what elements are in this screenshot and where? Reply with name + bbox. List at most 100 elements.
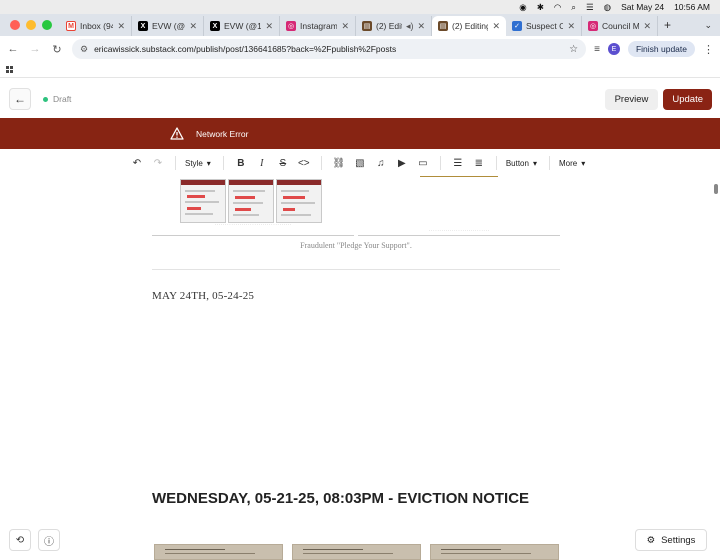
close-tab-icon[interactable]: ✕ — [643, 21, 651, 32]
profile-avatar[interactable]: E — [607, 43, 620, 55]
browser-menu-icon[interactable]: ⋮ — [703, 43, 714, 56]
menubar-date[interactable]: Sat May 24 — [621, 2, 664, 12]
redo-icon[interactable]: ↷ — [150, 158, 166, 169]
url-text[interactable]: ericawissick.substack.com/publish/post/1… — [94, 44, 563, 54]
link-icon[interactable]: ⛓ — [331, 158, 347, 169]
tab-substack-editing[interactable]: ▤ (2) Editing ✕ — [432, 16, 506, 36]
new-tab-button[interactable]: + — [658, 18, 677, 32]
audio-icon[interactable]: ♫ — [373, 158, 389, 169]
menubar-time[interactable]: 10:56 AM — [674, 2, 710, 12]
embedded-image-right[interactable]: · · · · · · · · · · · · · · · · · · · · … — [358, 177, 560, 236]
network-error-banner: Network Error — [0, 118, 720, 149]
tab-instagram[interactable]: ◎ Instagram ✕ — [280, 16, 356, 36]
instagram-icon: ◎ — [286, 21, 296, 31]
editor-document[interactable]: · · · · · · · · · · · · · · · · · · · · … — [0, 177, 720, 560]
figure-caption[interactable]: Fraudulent "Pledge Your Support". — [152, 241, 560, 250]
tab-suspect[interactable]: ✓ Suspect Cl ✕ — [506, 16, 582, 36]
document-photo[interactable] — [292, 544, 421, 560]
tab-substack-edit[interactable]: ▤ (2) Edit ◂) ✕ — [356, 16, 432, 36]
close-tab-icon[interactable]: ✕ — [567, 21, 575, 32]
substack-icon: ▤ — [438, 21, 448, 31]
settings-button[interactable]: ⚙ Settings — [635, 529, 707, 551]
audio-playing-icon[interactable]: ◂) — [406, 21, 414, 32]
tab-title: EVW (@11( — [224, 21, 262, 31]
toolbar-divider — [222, 156, 224, 170]
back-button[interactable]: ← — [9, 88, 31, 110]
embedded-image-screenshots[interactable]: · · · · · · · · · · · · · · · · · · · · … — [152, 177, 354, 236]
tab-title: Inbox (94) — [80, 21, 113, 31]
image-icon[interactable]: ▧ — [352, 158, 368, 169]
siri-icon[interactable]: ◍ — [604, 2, 611, 13]
style-dropdown[interactable]: Style ▾ — [185, 159, 211, 168]
address-bar[interactable]: ⚙ ericawissick.substack.com/publish/post… — [72, 39, 587, 59]
wifi-icon[interactable]: ◠ — [554, 2, 561, 13]
tab-x-2[interactable]: X EVW (@11( ✕ — [204, 16, 280, 36]
screenshot-thumbnail — [180, 179, 226, 223]
more-dropdown[interactable]: More ▾ — [559, 159, 585, 168]
tab-title: (2) Edit — [376, 21, 402, 31]
tab-gmail[interactable]: M Inbox (94) ✕ — [60, 16, 132, 36]
history-button[interactable]: ⟲ — [9, 529, 31, 551]
bookmarks-bar — [0, 62, 720, 78]
eviction-image-gallery[interactable] — [152, 544, 562, 560]
back-arrow-icon[interactable]: ← — [6, 43, 20, 55]
control-center-icon[interactable]: ☰ — [586, 2, 594, 13]
image-caption-small: · · · · · · · · · · · · · · · · · · · · … — [214, 223, 292, 227]
bullet-list-icon[interactable]: ☰ — [450, 158, 466, 169]
close-tab-icon[interactable]: ✕ — [492, 21, 500, 32]
screenshot-thumbnail — [276, 179, 322, 223]
tab-search-chevron-icon[interactable]: ⌄ — [704, 20, 720, 31]
minimize-window-button[interactable] — [26, 20, 36, 30]
preview-button[interactable]: Preview — [604, 88, 659, 110]
bookmark-star-icon[interactable]: ☆ — [569, 44, 578, 55]
update-button[interactable]: Update — [663, 88, 712, 110]
close-tab-icon[interactable]: ✕ — [117, 21, 125, 32]
caret-down-icon: ▾ — [581, 158, 586, 168]
caret-down-icon: ▾ — [532, 158, 537, 168]
site-settings-icon[interactable]: ⚙ — [80, 44, 88, 55]
code-icon[interactable]: <> — [296, 158, 312, 169]
gear-icon: ⚙ — [646, 534, 656, 546]
reload-icon[interactable]: ↻ — [50, 43, 64, 56]
document-photo[interactable] — [154, 544, 283, 560]
system-menu-bar: ◉ ✱ ◠ ⌕ ☰ ◍ Sat May 24 10:56 AM — [0, 0, 720, 14]
tab-title: Instagram — [300, 21, 338, 31]
undo-icon[interactable]: ↶ — [129, 158, 145, 169]
scrollbar-thumb[interactable] — [714, 184, 718, 194]
close-tab-icon[interactable]: ✕ — [417, 21, 425, 32]
tab-x-1[interactable]: X EVW (@11( ✕ — [132, 16, 204, 36]
zoom-window-button[interactable] — [42, 20, 52, 30]
bold-icon[interactable]: B — [233, 158, 249, 169]
screenshot-thumbnail — [228, 179, 274, 223]
search-icon[interactable]: ⌕ — [571, 2, 576, 13]
forward-arrow-icon[interactable]: → — [28, 43, 42, 55]
document-photo[interactable] — [430, 544, 559, 560]
close-tab-icon[interactable]: ✕ — [189, 21, 197, 32]
window-controls — [0, 20, 60, 30]
close-window-button[interactable] — [10, 20, 20, 30]
italic-icon[interactable]: I — [254, 158, 270, 169]
button-dropdown[interactable]: Button ▾ — [506, 159, 537, 168]
screen-record-icon[interactable]: ◉ — [519, 2, 526, 13]
strikethrough-icon[interactable]: S — [275, 158, 291, 169]
more-label: More — [558, 158, 578, 168]
bluetooth-icon[interactable]: ✱ — [537, 2, 544, 13]
numbered-list-icon[interactable]: ≣ — [471, 158, 487, 169]
tab-title: Suspect Cl — [526, 21, 564, 31]
reading-list-icon[interactable]: ≡ — [594, 44, 600, 55]
close-tab-icon[interactable]: ✕ — [265, 21, 273, 32]
section-heading[interactable]: WEDNESDAY, 05-21-25, 08:03PM - EVICTION … — [152, 490, 529, 507]
comment-icon[interactable]: ▭ — [415, 158, 431, 169]
settings-label: Settings — [661, 534, 696, 546]
image-caption-small: · · · · · · · · · · · · · · · · · · · · … — [429, 229, 489, 233]
video-icon[interactable]: ▶ — [394, 158, 410, 169]
close-tab-icon[interactable]: ✕ — [341, 21, 349, 32]
tab-council[interactable]: ◎ Council Me ✕ — [582, 16, 658, 36]
warning-icon — [170, 127, 184, 140]
apps-grid-icon[interactable] — [6, 66, 13, 73]
finish-update-button[interactable]: Finish update — [627, 41, 695, 57]
toolbar-divider — [548, 156, 550, 170]
date-paragraph[interactable]: MAY 24TH, 05-24-25 — [152, 290, 254, 302]
draft-label: Draft — [53, 94, 72, 104]
info-button[interactable]: ⓘ — [38, 529, 60, 551]
